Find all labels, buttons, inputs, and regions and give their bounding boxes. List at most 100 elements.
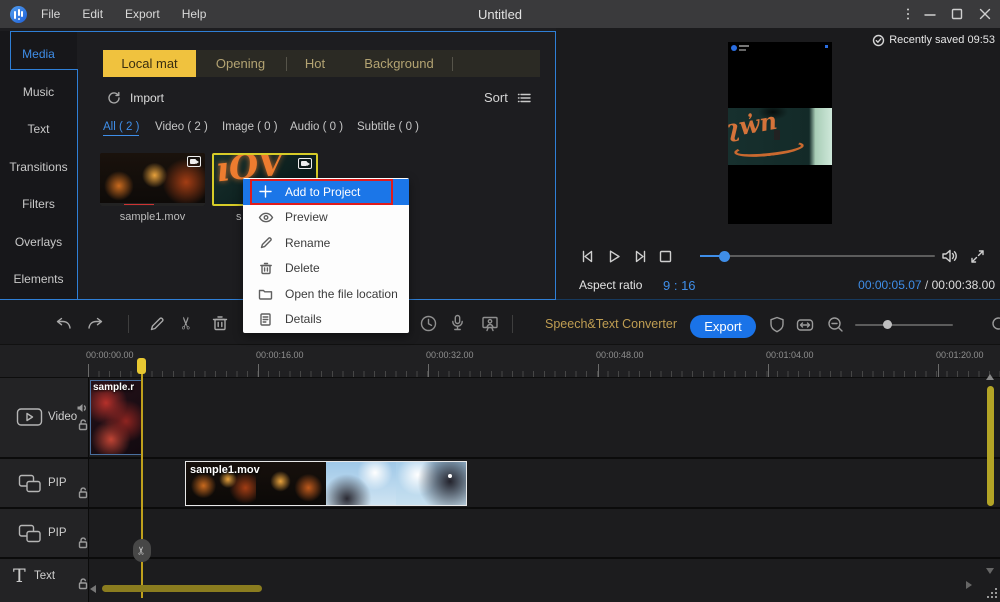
filter-image[interactable]: Image ( 0 ): [222, 121, 278, 133]
filter-all[interactable]: All ( 2 ): [103, 121, 140, 136]
sidebar-item-media[interactable]: Media: [0, 35, 77, 72]
clip-label: sample1.mov: [190, 464, 260, 476]
sort-list-icon[interactable]: [517, 91, 532, 105]
save-status-text: Recently saved 09:53: [889, 34, 995, 46]
media-thumbnail-1[interactable]: [100, 153, 205, 206]
context-menu-rename[interactable]: Rename: [243, 230, 409, 256]
sidebar-item-elements[interactable]: Elements: [0, 260, 77, 297]
scroll-up-arrow[interactable]: [986, 374, 994, 380]
context-menu-delete[interactable]: Delete: [243, 256, 409, 282]
scroll-left-arrow[interactable]: [90, 585, 96, 593]
tab-hot[interactable]: Hot: [293, 50, 337, 77]
playhead-marker[interactable]: [137, 358, 146, 374]
tab-opening[interactable]: Opening: [203, 50, 278, 77]
export-button[interactable]: Export: [690, 315, 756, 338]
pip-track-header-1[interactable]: PIP: [0, 459, 88, 507]
playhead-line[interactable]: [141, 358, 143, 598]
kebab-menu-icon[interactable]: [901, 7, 915, 21]
menu-export[interactable]: Export: [125, 7, 160, 21]
video-type-icon: [298, 158, 312, 169]
shield-icon[interactable]: [768, 315, 786, 335]
video-track-header[interactable]: Video: [0, 378, 88, 457]
next-frame-button[interactable]: [631, 248, 649, 265]
text-track-icon: T: [13, 565, 26, 587]
total-time: 00:00:38.00: [931, 278, 995, 292]
trash-icon: [257, 261, 274, 276]
filter-video[interactable]: Video ( 2 ): [155, 121, 208, 133]
ruler-label: 00:00:48.00: [596, 350, 644, 360]
preview-video-frame[interactable]: ʅw̓n: [728, 42, 832, 224]
timeline-clip-video[interactable]: sample.r: [90, 380, 142, 455]
media-item-name: s: [236, 211, 242, 223]
play-button[interactable]: [605, 248, 623, 265]
sidebar-item-overlays[interactable]: Overlays: [0, 223, 77, 260]
eye-icon: [257, 211, 274, 224]
timeline-zoom-slider[interactable]: [855, 324, 953, 326]
fit-to-timeline-icon[interactable]: [795, 316, 815, 334]
undo-button[interactable]: [53, 314, 74, 333]
text-track-header[interactable]: T Text: [0, 559, 88, 602]
tab-local-material[interactable]: Local mat: [103, 50, 196, 77]
track-label: Video: [48, 411, 78, 423]
fullscreen-icon[interactable]: [969, 248, 986, 265]
module-border-left: [10, 31, 11, 69]
aspect-ratio-value[interactable]: 9 : 16: [663, 278, 696, 293]
split-scissors-button[interactable]: ✂: [177, 316, 197, 330]
sort-button[interactable]: Sort: [484, 90, 508, 105]
zoom-out-icon[interactable]: [826, 315, 845, 334]
module-border-top: [10, 31, 555, 32]
context-menu-open-file-location[interactable]: Open the file location: [243, 281, 409, 307]
tab-divider: [286, 57, 287, 71]
menu-file[interactable]: File: [41, 7, 60, 21]
pip-track-icon: [18, 524, 41, 543]
ruler-label: 00:00:00.00: [86, 350, 134, 360]
timeline: [0, 345, 1000, 602]
tab-background[interactable]: Background: [354, 50, 444, 77]
previous-frame-button[interactable]: [579, 248, 597, 265]
playhead-split-handle[interactable]: ✂: [133, 539, 151, 562]
seek-slider-thumb[interactable]: [719, 250, 730, 262]
annotation-highlight-box: [250, 179, 393, 205]
current-time: 00:00:05.07: [858, 278, 922, 292]
filter-subtitle[interactable]: Subtitle ( 0 ): [357, 121, 419, 133]
sidebar-item-filters[interactable]: Filters: [0, 185, 77, 222]
scroll-down-arrow[interactable]: [986, 568, 994, 574]
zoom-in-icon[interactable]: [990, 315, 1000, 334]
horizontal-scrollbar-thumb[interactable]: [102, 585, 262, 592]
menu-edit[interactable]: Edit: [82, 7, 103, 21]
edit-clip-button[interactable]: [148, 315, 166, 333]
portrait-button[interactable]: [480, 314, 500, 333]
context-menu-preview[interactable]: Preview: [243, 205, 409, 231]
sidebar-item-music[interactable]: Music: [0, 73, 77, 110]
speech-text-converter-button[interactable]: Speech&Text Converter: [545, 317, 677, 331]
volume-icon[interactable]: [940, 247, 959, 265]
sidebar-item-text[interactable]: Text: [0, 110, 77, 147]
context-menu-details[interactable]: Details: [243, 307, 409, 333]
sidebar-item-transitions[interactable]: Transitions: [0, 148, 77, 185]
context-menu-label: Details: [285, 312, 322, 327]
track-audio-icon[interactable]: [76, 402, 88, 414]
menu-help[interactable]: Help: [182, 7, 207, 21]
scroll-right-arrow[interactable]: [966, 581, 972, 589]
voiceover-mic-button[interactable]: [449, 313, 466, 333]
timeline-zoom-thumb[interactable]: [883, 320, 892, 329]
track-label: PIP: [48, 527, 67, 539]
timeline-clip-pip[interactable]: sample1.mov: [185, 461, 467, 506]
resize-grip-icon[interactable]: [985, 587, 998, 600]
filter-audio[interactable]: Audio ( 0 ): [290, 121, 343, 133]
redo-button[interactable]: [85, 314, 106, 333]
speed-clock-button[interactable]: [419, 314, 438, 333]
ruler-label: 00:01:20.00: [936, 350, 984, 360]
check-circle-icon: [873, 34, 885, 46]
stop-button[interactable]: [658, 249, 673, 264]
minimize-button[interactable]: [922, 6, 938, 22]
vertical-scrollbar-thumb[interactable]: [987, 386, 994, 506]
delete-clip-button[interactable]: [211, 314, 229, 333]
close-button[interactable]: [977, 6, 993, 22]
import-button[interactable]: Import: [130, 91, 164, 105]
seek-slider-track[interactable]: [700, 255, 935, 257]
maximize-button[interactable]: [949, 6, 965, 22]
pip-track-header-2[interactable]: PIP: [0, 509, 88, 557]
import-icon[interactable]: [106, 90, 121, 105]
ruler-label: 00:00:16.00: [256, 350, 304, 360]
